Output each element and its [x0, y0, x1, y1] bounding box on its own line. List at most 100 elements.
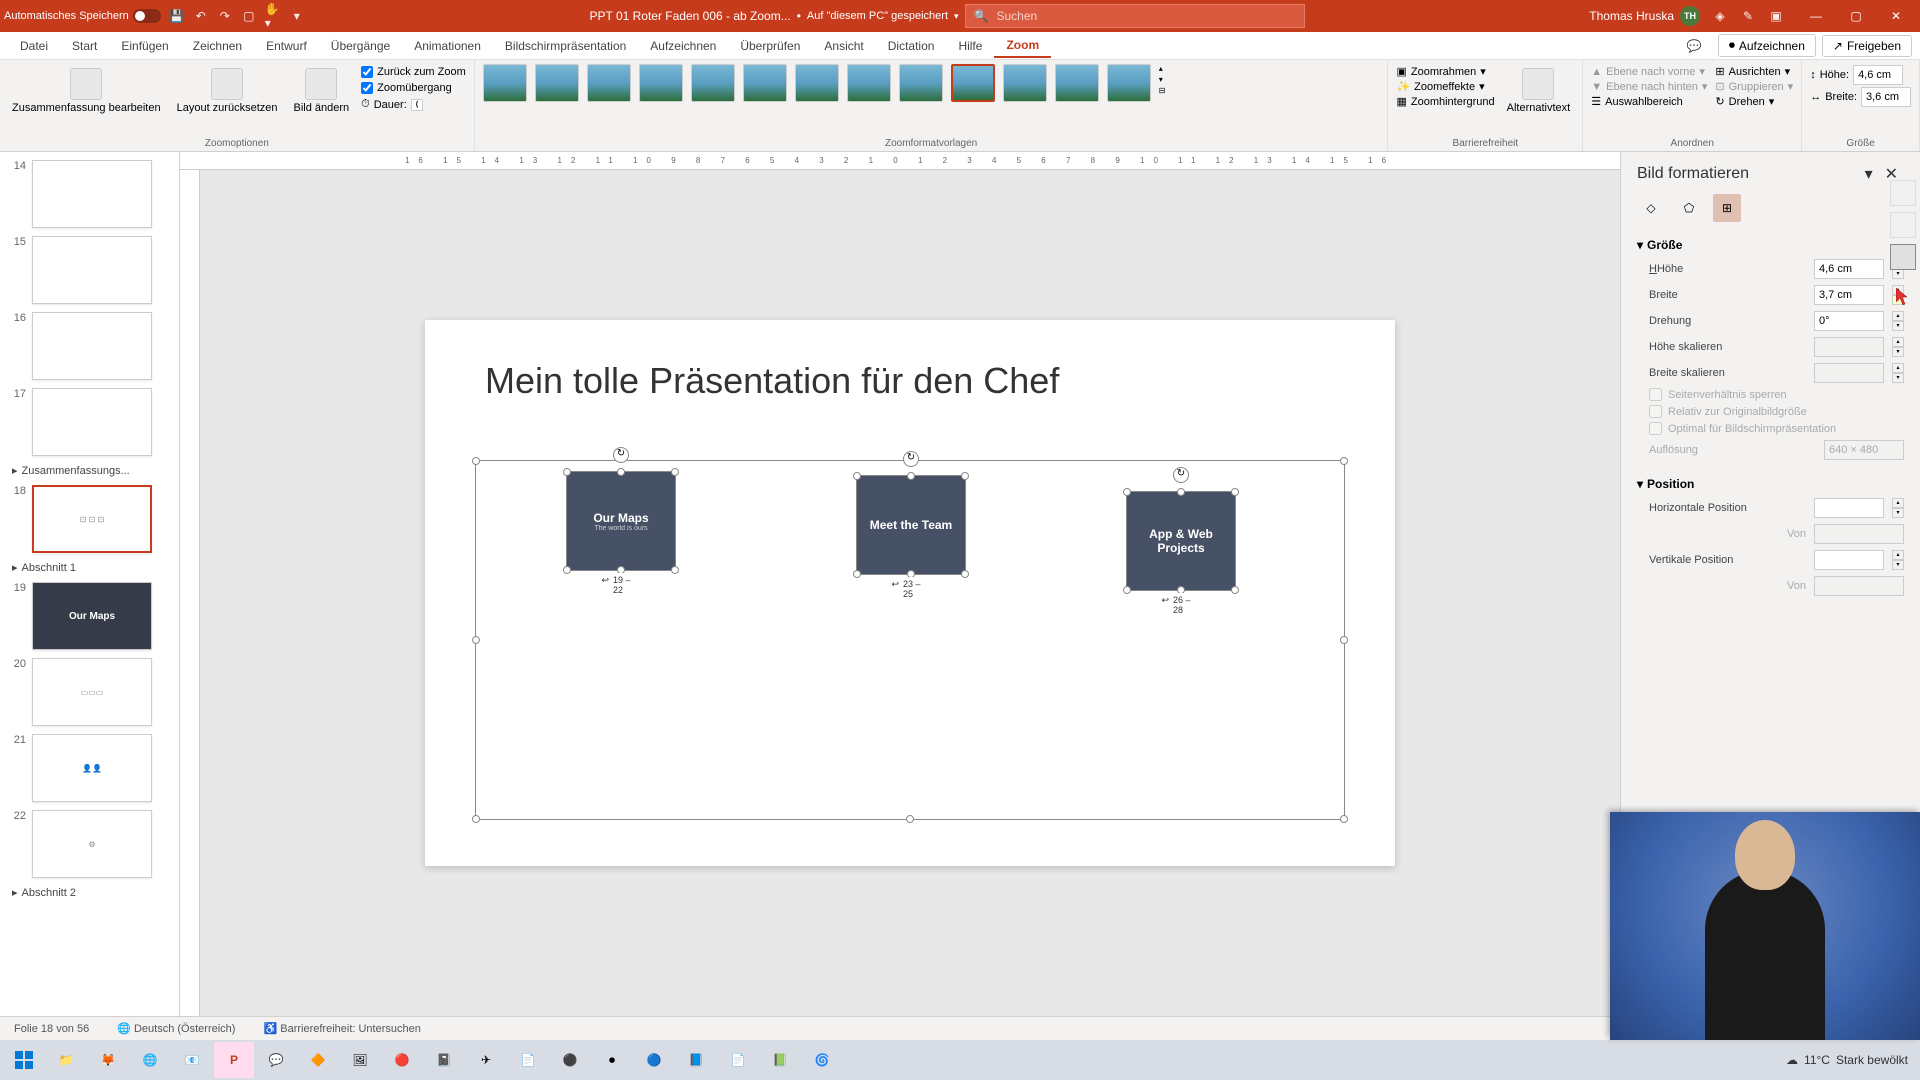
gallery-item[interactable]: [795, 64, 839, 102]
slide-count[interactable]: Folie 18 von 56: [8, 1021, 95, 1037]
user-account[interactable]: Thomas Hruska TH: [1589, 6, 1700, 26]
section-header[interactable]: ▸Zusammenfassungs...: [0, 460, 179, 481]
slide-thumb[interactable]: 17: [0, 384, 179, 460]
accessibility[interactable]: ♿ Barrierefreiheit: Untersuchen: [257, 1020, 426, 1037]
gallery-item[interactable]: [639, 64, 683, 102]
tab-zeichnen[interactable]: Zeichnen: [181, 35, 254, 57]
rail-icon[interactable]: [1890, 244, 1916, 270]
ebene-vorne-button[interactable]: ▲Ebene nach vorne▾: [1591, 64, 1707, 79]
start-button[interactable]: [4, 1042, 44, 1078]
size-props-icon[interactable]: ⊞: [1713, 194, 1741, 222]
zoomhintergrund-button[interactable]: ▦Zoomhintergrund: [1396, 94, 1494, 109]
von1-field[interactable]: Von: [1637, 521, 1904, 547]
tab-ansicht[interactable]: Ansicht: [812, 35, 875, 57]
drehen-button[interactable]: ↻Drehen▾: [1715, 94, 1793, 109]
selection-box[interactable]: Our MapsThe world is ours ↩19 – 22 Meet …: [475, 460, 1345, 820]
breite-field[interactable]: ↔Breite:: [1810, 86, 1911, 108]
outlook-icon[interactable]: 📧: [172, 1042, 212, 1078]
chrome-icon[interactable]: 🌐: [130, 1042, 170, 1078]
gallery-more[interactable]: ▴▾⊟: [1159, 64, 1166, 95]
weather-widget[interactable]: ☁ 11°C Stark bewölkt: [1786, 1053, 1916, 1067]
fill-line-icon[interactable]: ◇: [1637, 194, 1665, 222]
hoehe-field[interactable]: ↕Höhe:: [1810, 64, 1911, 86]
gallery-item[interactable]: [483, 64, 527, 102]
dauer-field[interactable]: ⏱Dauer:: [361, 96, 466, 113]
slide-thumb[interactable]: 14: [0, 156, 179, 232]
ausrichten-button[interactable]: ⊞Ausrichten▾: [1715, 64, 1793, 79]
minimize-button[interactable]: —: [1796, 2, 1836, 30]
slide-thumb[interactable]: 22⚙: [0, 806, 179, 882]
tab-ueberpruefen[interactable]: Überprüfen: [728, 35, 812, 57]
redo-icon[interactable]: ↷: [217, 8, 233, 24]
excel-icon[interactable]: 📗: [760, 1042, 800, 1078]
language[interactable]: 🌐 Deutsch (Österreich): [111, 1020, 241, 1037]
vpos-field[interactable]: Vertikale Position▴▾: [1637, 547, 1904, 573]
qat-more-icon[interactable]: ▾: [289, 8, 305, 24]
gallery-item[interactable]: [1107, 64, 1151, 102]
tab-entwurf[interactable]: Entwurf: [254, 35, 319, 57]
auswahlbereich-button[interactable]: ☰Auswahlbereich: [1591, 94, 1707, 109]
zoomeffekte-button[interactable]: ✨Zoomeffekte▾: [1396, 79, 1494, 94]
tab-aufzeichnen[interactable]: Aufzeichnen: [638, 35, 728, 57]
app-icon[interactable]: 💬: [256, 1042, 296, 1078]
app-icon[interactable]: 🖼: [340, 1042, 380, 1078]
slide-thumb[interactable]: 16: [0, 308, 179, 384]
save-status[interactable]: Auf "diesem PC" gespeichert: [807, 10, 948, 22]
hskal-field[interactable]: Höhe skalieren▴▾: [1637, 334, 1904, 360]
rail-icon[interactable]: [1890, 180, 1916, 206]
gallery-item[interactable]: [691, 64, 735, 102]
zoom-item[interactable]: Our MapsThe world is ours ↩19 – 22: [566, 471, 676, 601]
slide-thumb[interactable]: 19Our Maps: [0, 578, 179, 654]
app-icon[interactable]: 🔴: [382, 1042, 422, 1078]
aufzeichnen-button[interactable]: ⏺Aufzeichnen: [1718, 34, 1816, 57]
app-icon[interactable]: ⏺: [592, 1042, 632, 1078]
comments-icon[interactable]: 💬: [1677, 36, 1712, 56]
rotate-handle[interactable]: [903, 451, 919, 467]
gallery-item[interactable]: [951, 64, 995, 102]
tab-einfuegen[interactable]: Einfügen: [109, 35, 180, 57]
hoehe-field[interactable]: HHöhe▴▾: [1637, 256, 1904, 282]
search-input[interactable]: [997, 9, 1296, 23]
gallery-item[interactable]: [1003, 64, 1047, 102]
telegram-icon[interactable]: ✈: [466, 1042, 506, 1078]
tab-uebergaenge[interactable]: Übergänge: [319, 35, 402, 57]
tab-hilfe[interactable]: Hilfe: [946, 35, 994, 57]
file-name[interactable]: PPT 01 Roter Faden 006 - ab Zoom...: [589, 9, 790, 23]
app-icon[interactable]: 📄: [508, 1042, 548, 1078]
diamond-icon[interactable]: ◈: [1712, 8, 1728, 24]
section-header[interactable]: ▸Abschnitt 2: [0, 882, 179, 903]
tab-start[interactable]: Start: [60, 35, 109, 57]
gallery-item[interactable]: [587, 64, 631, 102]
zoom-item[interactable]: Meet the Team ↩23 – 25: [856, 475, 966, 605]
vlc-icon[interactable]: 🔶: [298, 1042, 338, 1078]
breite-field[interactable]: Breite▴▾: [1637, 282, 1904, 308]
zoom-item[interactable]: App & Web Projects ↩26 – 28: [1126, 491, 1236, 621]
gruppieren-button[interactable]: ⊡Gruppieren▾: [1715, 79, 1793, 94]
zusammenfassung-button[interactable]: Zusammenfassung bearbeiten: [8, 64, 165, 119]
section-header[interactable]: ▸Abschnitt 1: [0, 557, 179, 578]
gallery-item[interactable]: [847, 64, 891, 102]
undo-icon[interactable]: ↶: [193, 8, 209, 24]
tab-datei[interactable]: Datei: [8, 35, 60, 57]
freigeben-button[interactable]: ↗Freigeben: [1822, 35, 1912, 57]
gallery-item[interactable]: [1055, 64, 1099, 102]
slide-title[interactable]: Mein tolle Präsentation für den Chef: [485, 360, 1059, 402]
powerpoint-icon[interactable]: P: [214, 1042, 254, 1078]
slide-thumb[interactable]: 15: [0, 232, 179, 308]
search-box[interactable]: 🔍: [965, 4, 1305, 28]
thumbnail-panel[interactable]: 14 15 16 17 ▸Zusammenfassungs... 18⊡ ⊡ ⊡…: [0, 152, 180, 1016]
effects-icon[interactable]: ⬠: [1675, 194, 1703, 222]
von2-field[interactable]: Von: [1637, 573, 1904, 599]
bskal-field[interactable]: Breite skalieren▴▾: [1637, 360, 1904, 386]
layout-reset-button[interactable]: Layout zurücksetzen: [173, 64, 282, 119]
zoomrahmen-button[interactable]: ▣Zoomrahmen▾: [1396, 64, 1494, 79]
bild-aendern-button[interactable]: Bild ändern: [289, 64, 353, 119]
tab-animationen[interactable]: Animationen: [402, 35, 493, 57]
rotate-handle[interactable]: [613, 447, 629, 463]
slide[interactable]: Mein tolle Präsentation für den Chef Our…: [425, 320, 1395, 866]
close-button[interactable]: ✕: [1876, 2, 1916, 30]
gallery-item[interactable]: [743, 64, 787, 102]
present-icon[interactable]: ▢: [241, 8, 257, 24]
obs-icon[interactable]: ⚫: [550, 1042, 590, 1078]
app-icon[interactable]: 📄: [718, 1042, 758, 1078]
